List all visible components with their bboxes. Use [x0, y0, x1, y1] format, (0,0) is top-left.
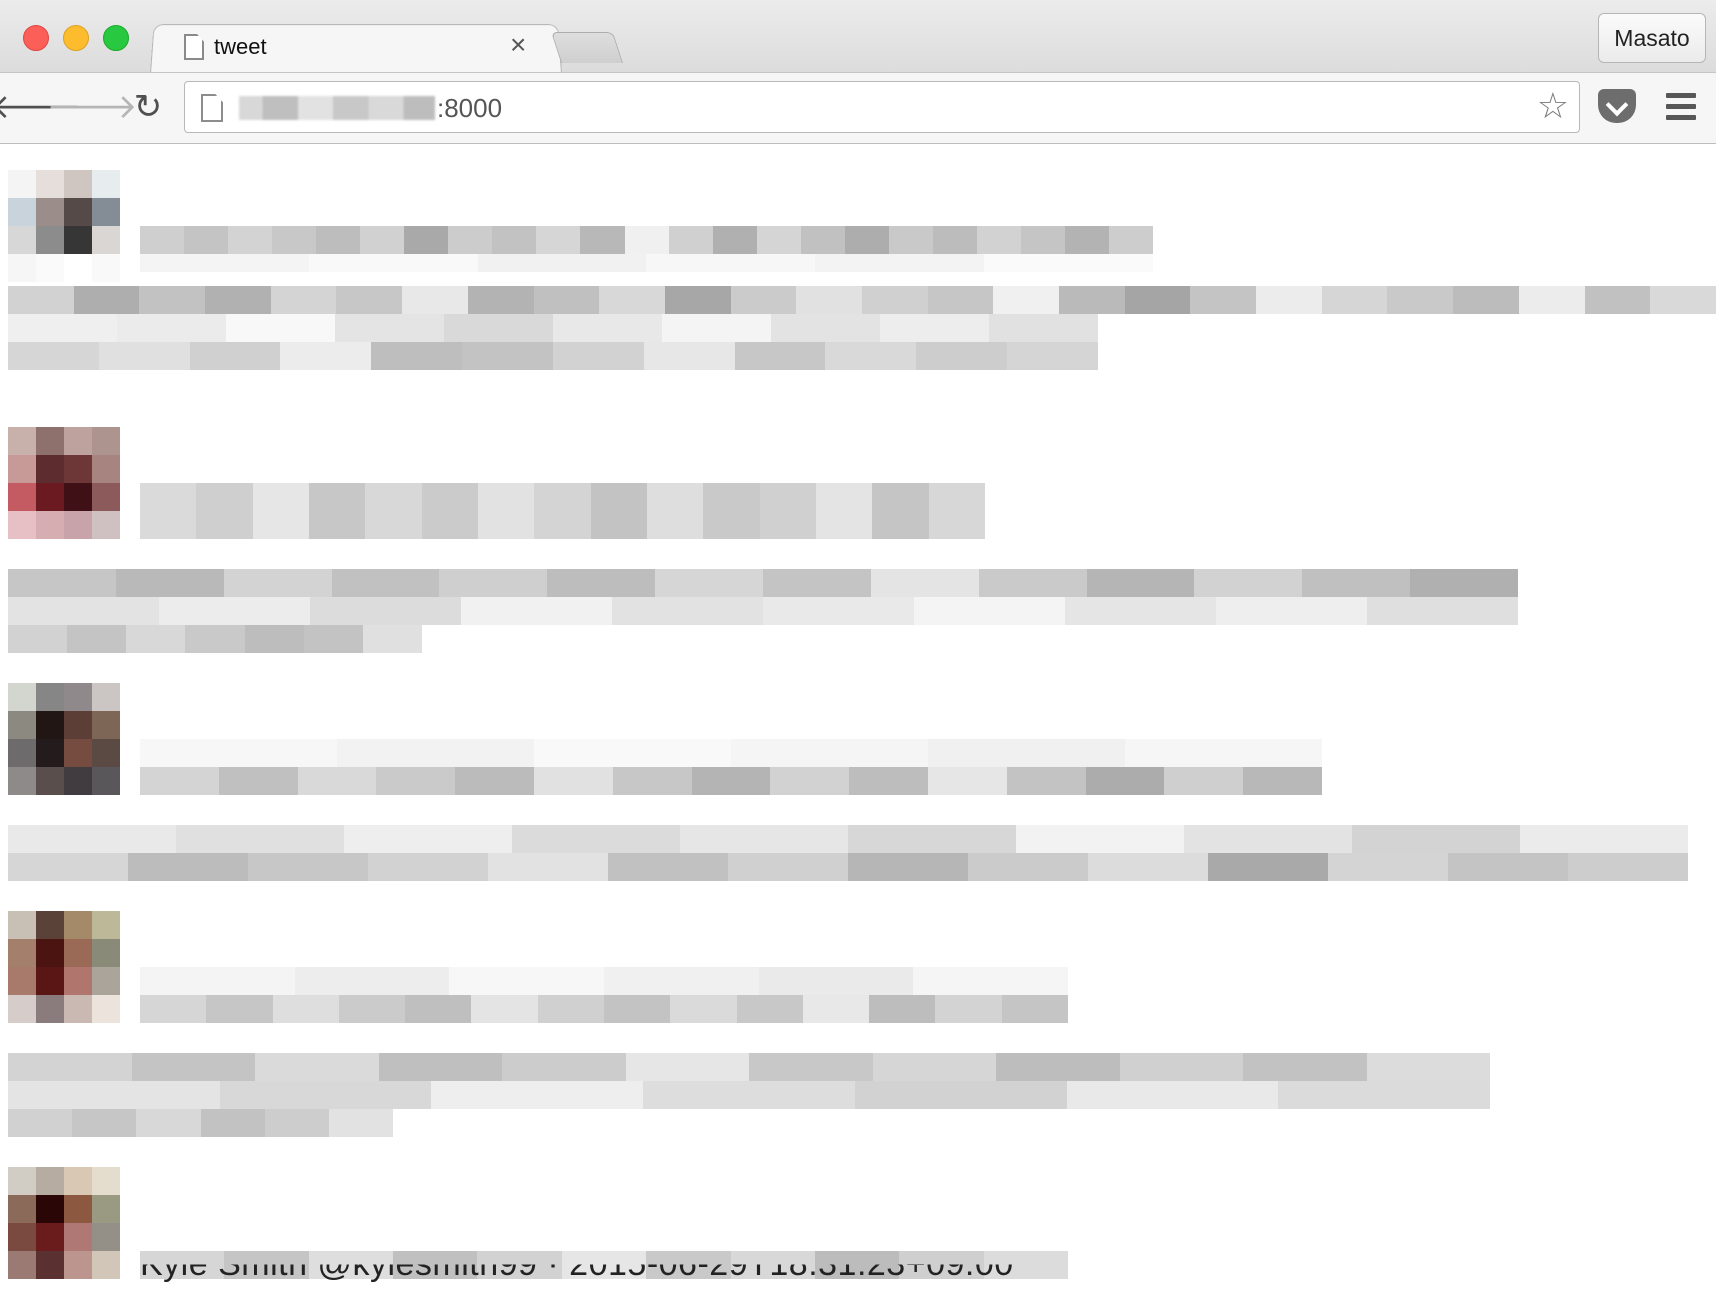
minimize-window-button[interactable] [63, 25, 89, 51]
tab-active-content[interactable]: tweet × [182, 26, 542, 70]
redacted-meta-line [140, 226, 1154, 254]
hamburger-menu-icon[interactable] [1666, 93, 1696, 121]
tweet-feed [0, 143, 1716, 1310]
avatar [8, 911, 120, 1023]
redacted-text-line [8, 1053, 1490, 1081]
avatar [8, 170, 120, 282]
redacted-text-line [8, 569, 1519, 597]
redacted-meta-line [140, 995, 1068, 1023]
redacted-text-line [8, 342, 1098, 370]
redacted-meta-line-shadow [140, 967, 1069, 995]
pocket-extension-icon[interactable] [1598, 89, 1636, 123]
redacted-text-line [8, 825, 1688, 853]
forward-arrow-icon[interactable]: 🡒 [46, 87, 137, 127]
redacted-text-line [8, 597, 1518, 625]
new-tab-button[interactable] [550, 32, 624, 63]
url-host-redacted [239, 96, 435, 120]
maximize-window-button[interactable] [103, 25, 129, 51]
redacted-text-line [8, 625, 422, 653]
avatar [8, 683, 120, 795]
reload-icon[interactable]: ↻ [128, 87, 168, 127]
avatar [8, 427, 120, 539]
tab-title: tweet [214, 34, 267, 59]
redacted-text-line [8, 853, 1688, 881]
profile-button[interactable]: Masato [1598, 13, 1706, 63]
document-icon [184, 34, 204, 60]
page-info-icon[interactable] [201, 94, 223, 122]
avatar [8, 1167, 120, 1279]
redacted-text-line [8, 286, 1716, 314]
redacted-meta-line [140, 767, 1322, 795]
window-titlebar: tweet × Masato [0, 0, 1716, 74]
bookmark-star-icon[interactable]: ☆ [1537, 88, 1569, 124]
browser-toolbar: 🡐 🡒 ↻ :8000 ☆ [0, 72, 1716, 144]
redacted-meta-line [140, 483, 985, 539]
redacted-text-line [8, 1081, 1491, 1109]
close-window-button[interactable] [23, 25, 49, 51]
tab-close-icon[interactable]: × [510, 31, 526, 59]
redacted-text-line [8, 314, 1098, 342]
url-port: :8000 [437, 93, 503, 123]
redacted-meta-line-shadow [140, 739, 1322, 767]
address-bar[interactable]: :8000 ☆ [184, 81, 1580, 133]
redacted-text-line [8, 1109, 394, 1137]
redacted-meta-line-shadow [140, 254, 1153, 272]
